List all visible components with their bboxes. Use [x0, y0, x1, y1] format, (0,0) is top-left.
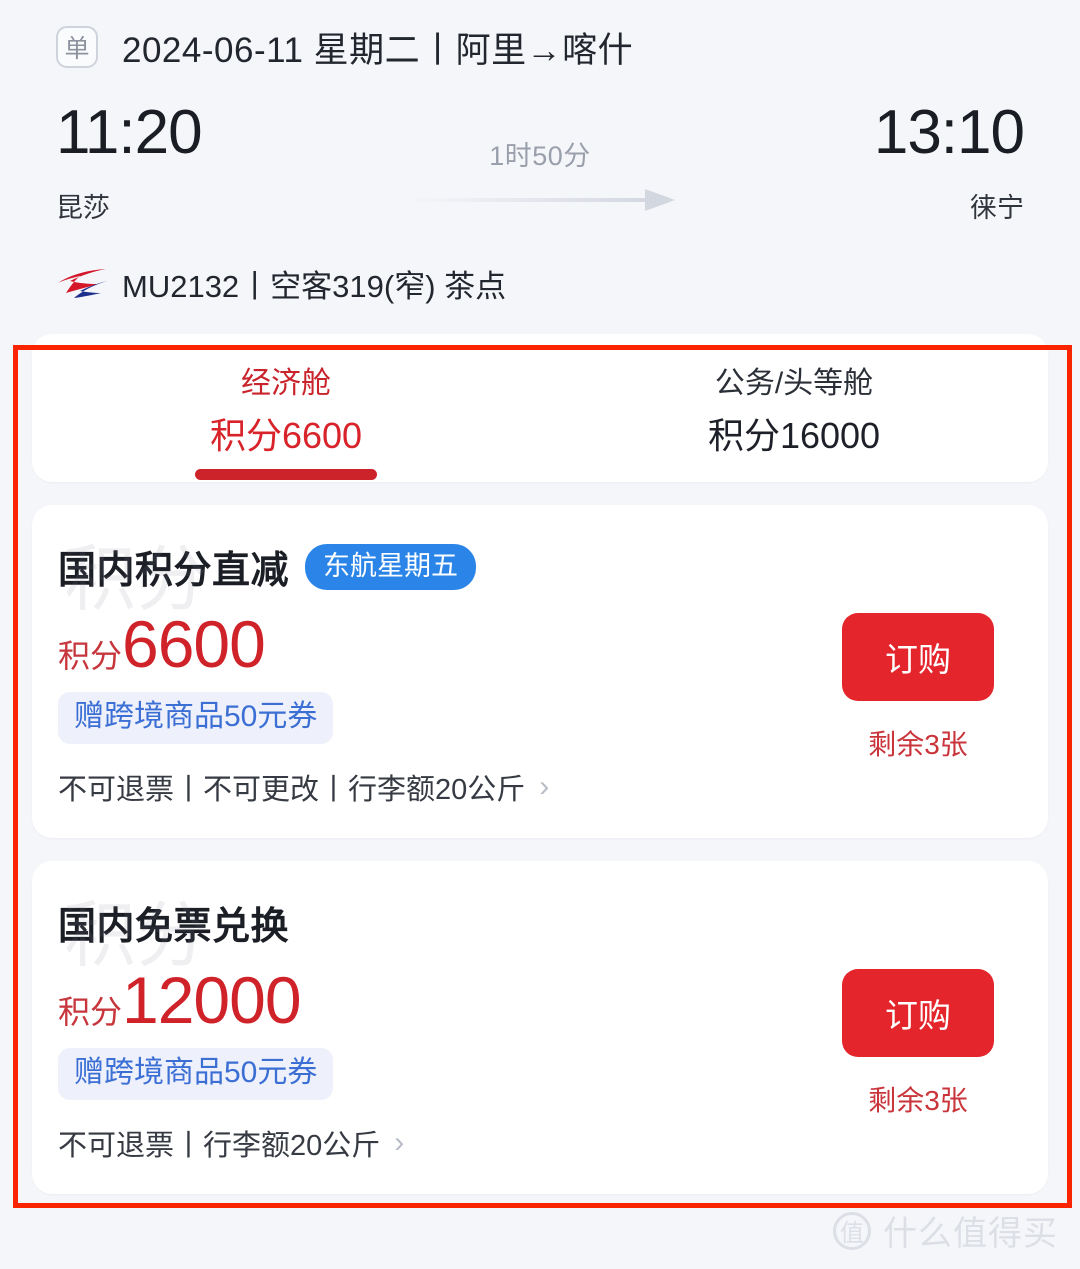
- itinerary-times-row: 11:20 昆莎 1时50分 13:10 徕宁: [0, 76, 1080, 225]
- fare-action-area: 订购 剩余3张: [818, 895, 1018, 1164]
- cabin-class-tabs: 经济舱 积分6600 公务/头等舱 积分16000: [32, 334, 1048, 482]
- duration-block: 1时50分: [286, 98, 794, 211]
- tab-active-underline: [195, 469, 377, 480]
- fare-rules-text: 不可退票丨行李额20公斤: [58, 1130, 381, 1162]
- flight-header: 单 2024-06-11 星期二丨阿里→喀什 11:20 昆莎 1时50分 13…: [0, 0, 1080, 307]
- fare-card-points-discount[interactable]: 国内积分直减 东航星期五 积分 积分 6600 赠跨境商品50元券 不可退票丨不…: [32, 505, 1048, 838]
- departure-block: 11:20 昆莎: [56, 98, 286, 225]
- departure-airport: 昆莎: [56, 193, 110, 223]
- flight-number: MU2132: [122, 268, 240, 304]
- order-button[interactable]: 订购: [842, 612, 994, 701]
- remaining-seats: 剩余3张: [868, 728, 968, 760]
- chevron-right-icon: ›: [539, 770, 550, 803]
- chevron-right-icon: ›: [394, 1126, 405, 1159]
- watermark-logo-icon: 值: [833, 1211, 871, 1250]
- trip-type-badge: 单: [56, 26, 98, 68]
- tab-business-first[interactable]: 公务/头等舱 积分16000: [540, 334, 1048, 482]
- tab-business-first-points: 积分16000: [707, 415, 881, 456]
- watermark-text: 什么值得买: [883, 1215, 1058, 1253]
- fare-rules-row[interactable]: 不可退票丨不可更改丨行李额20公斤 ›: [58, 766, 818, 808]
- fare-card-free-award[interactable]: 国内免票兑换 积分 积分 12000 赠跨境商品50元券 不可退票丨行李额20公…: [32, 861, 1048, 1194]
- fare-details: 国内免票兑换 积分 积分 12000 赠跨境商品50元券 不可退票丨行李额20公…: [58, 895, 818, 1164]
- site-watermark: 值 什么值得买: [833, 1206, 1058, 1255]
- coupon-tag: 赠跨境商品50元券: [58, 1048, 334, 1100]
- fare-rules-row[interactable]: 不可退票丨行李额20公斤 ›: [58, 1122, 818, 1164]
- china-eastern-logo-icon: [58, 269, 107, 298]
- arrow-right-icon: [405, 189, 675, 211]
- fare-rules-text: 不可退票丨不可更改丨行李额20公斤: [58, 774, 526, 806]
- price-value: 12000: [122, 963, 302, 1037]
- departure-time: 11:20: [56, 98, 203, 167]
- price-unit: 积分: [58, 638, 123, 674]
- remaining-seats: 剩余3张: [868, 1084, 968, 1116]
- fare-price: 积分 6600: [58, 606, 818, 682]
- coupon-tag: 赠跨境商品50元券: [58, 692, 334, 744]
- fare-options-area: 经济舱 积分6600 公务/头等舱 积分16000 国内积分直减 东航星期五 积…: [0, 307, 1080, 1194]
- airline-info-row: MU2132丨空客319(窄) 茶点: [0, 225, 1080, 307]
- order-button[interactable]: 订购: [842, 968, 994, 1057]
- date-route-text: 2024-06-11 星期二丨阿里→喀什: [122, 30, 634, 70]
- flight-duration: 1时50分: [489, 141, 591, 171]
- tab-business-first-label: 公务/头等舱: [714, 367, 874, 400]
- arrival-time: 13:10: [873, 98, 1025, 167]
- tab-economy[interactable]: 经济舱 积分6600: [32, 334, 540, 482]
- fare-price: 积分 12000: [58, 962, 818, 1038]
- arrival-block: 13:10 徕宁: [794, 98, 1025, 225]
- fare-action-area: 订购 剩余3张: [818, 539, 1018, 808]
- price-unit: 积分: [58, 994, 123, 1030]
- fare-promo-tag: 东航星期五: [305, 543, 477, 590]
- arrival-airport: 徕宁: [970, 193, 1024, 223]
- price-value: 6600: [122, 607, 266, 681]
- tab-economy-points: 积分6600: [209, 415, 363, 456]
- aircraft-meal: 丨空客319(窄) 茶点: [239, 268, 507, 304]
- flight-number-aircraft: MU2132丨空客319(窄) 茶点: [122, 261, 506, 306]
- flight-arrow-graphic: [286, 189, 794, 211]
- trip-header-row: 单 2024-06-11 星期二丨阿里→喀什: [0, 0, 1080, 76]
- tab-economy-label: 经济舱: [241, 367, 331, 400]
- fare-details: 国内积分直减 东航星期五 积分 积分 6600 赠跨境商品50元券 不可退票丨不…: [58, 539, 818, 808]
